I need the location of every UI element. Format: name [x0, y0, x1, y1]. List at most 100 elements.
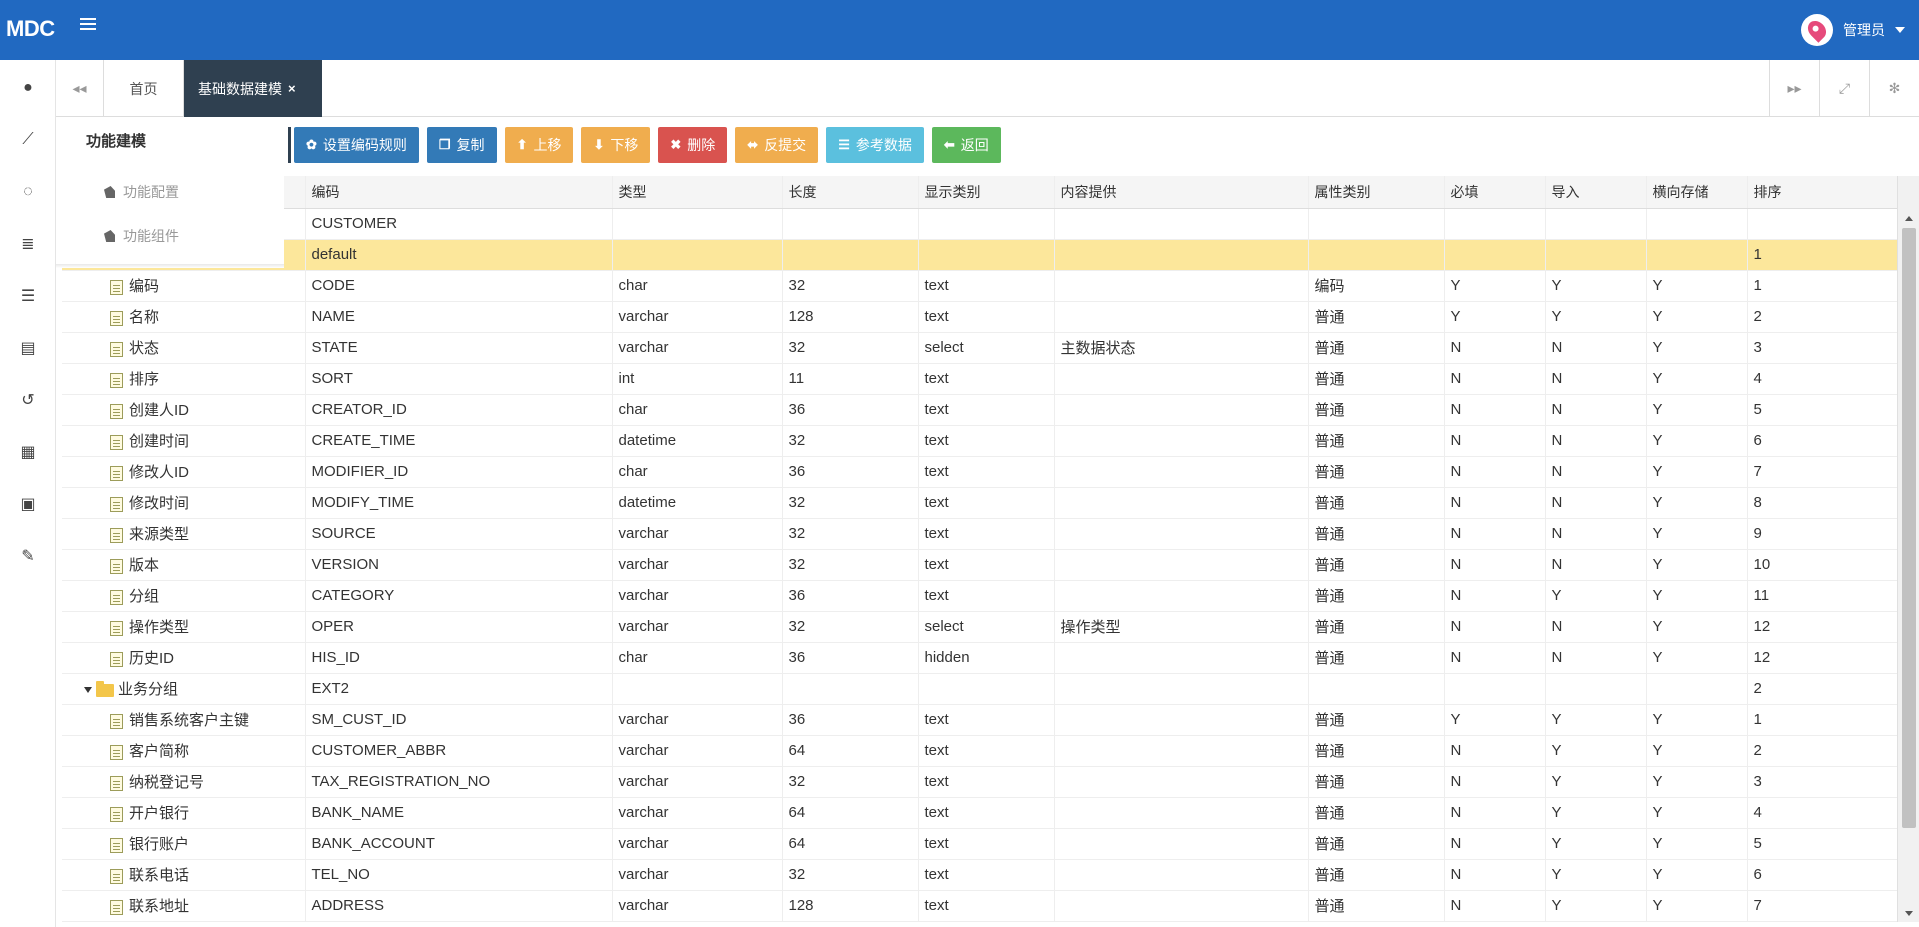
cell-disp[interactable]: text — [918, 456, 1055, 488]
column-header[interactable]: 导入 — [1545, 176, 1647, 209]
cell-code[interactable]: TEL_NO — [305, 859, 613, 891]
cell-content[interactable] — [1054, 425, 1309, 457]
tree-name-cell[interactable]: 客户简称 — [62, 735, 306, 767]
cell-sort[interactable]: 1 — [1747, 270, 1897, 302]
cell-horiz[interactable]: Y — [1646, 363, 1748, 395]
database-icon[interactable]: ≣ — [18, 234, 38, 254]
cell-sort[interactable]: 6 — [1747, 859, 1897, 891]
cell-attr[interactable]: 普通 — [1308, 580, 1445, 612]
close-icon[interactable]: × — [288, 81, 296, 96]
cell-horiz[interactable]: Y — [1646, 642, 1748, 674]
cell-type[interactable]: datetime — [612, 425, 783, 457]
tree-name-cell[interactable]: 名称 — [62, 301, 306, 333]
cell-len[interactable]: 36 — [782, 642, 919, 674]
toolbar-button-1[interactable]: ❐ 复制 — [426, 127, 497, 163]
avatar[interactable] — [1801, 14, 1833, 46]
cell-req[interactable]: N — [1444, 890, 1546, 922]
cell-imp[interactable]: N — [1545, 518, 1647, 550]
cell-len[interactable]: 36 — [782, 704, 919, 736]
cell-req[interactable]: N — [1444, 859, 1546, 891]
table-row[interactable]: 状态 STATE varchar 32 select 主数据状态 普通 N N Y 3 — [62, 332, 1897, 364]
cell-sort[interactable]: 3 — [1747, 766, 1897, 798]
cell-len[interactable]: 64 — [782, 828, 919, 860]
table-row[interactable]: 开户银行 BANK_NAME varchar 64 text 普通 N Y Y 4 — [62, 797, 1897, 829]
cell-imp[interactable]: N — [1545, 394, 1647, 426]
cell-req[interactable]: N — [1444, 332, 1546, 364]
cell-disp[interactable]: text — [918, 580, 1055, 612]
cell-imp[interactable]: N — [1545, 611, 1647, 643]
cell-disp[interactable]: text — [918, 487, 1055, 519]
cell-disp[interactable]: text — [918, 859, 1055, 891]
tree-name-cell[interactable]: 业务分组 — [62, 673, 306, 705]
cell-horiz[interactable]: Y — [1646, 270, 1748, 302]
cell-disp[interactable]: text — [918, 704, 1055, 736]
table-row[interactable]: 分组 CATEGORY varchar 36 text 普通 N Y Y 11 — [62, 580, 1897, 612]
table-row[interactable]: 修改时间 MODIFY_TIME datetime 32 text 普通 N N Y 8 — [62, 487, 1897, 519]
cell-horiz[interactable]: Y — [1646, 332, 1748, 364]
cell-code[interactable]: MODIFIER_ID — [305, 456, 613, 488]
cell-disp[interactable]: text — [918, 735, 1055, 767]
cell-req[interactable] — [1444, 673, 1546, 705]
line-chart-icon[interactable]: ⟋ — [18, 130, 38, 150]
table-row[interactable]: default 1 — [62, 239, 1897, 271]
cell-imp[interactable]: N — [1545, 549, 1647, 581]
cell-content[interactable]: 操作类型 — [1054, 611, 1309, 643]
tab-home[interactable]: 首页 — [104, 60, 184, 117]
cell-code[interactable]: default — [305, 239, 613, 271]
cell-len[interactable] — [782, 208, 919, 240]
cell-req[interactable]: N — [1444, 642, 1546, 674]
cell-code[interactable]: BANK_ACCOUNT — [305, 828, 613, 860]
cell-type[interactable]: varchar — [612, 890, 783, 922]
dashboard-icon[interactable]: ● — [18, 78, 38, 98]
cell-imp[interactable]: N — [1545, 332, 1647, 364]
cell-len[interactable]: 11 — [782, 363, 919, 395]
column-header[interactable]: 排序 — [1747, 176, 1897, 209]
cell-imp[interactable] — [1545, 239, 1647, 271]
cell-sort[interactable]: 10 — [1747, 549, 1897, 581]
cell-code[interactable]: OPER — [305, 611, 613, 643]
cell-len[interactable]: 128 — [782, 890, 919, 922]
cell-type[interactable]: varchar — [612, 549, 783, 581]
cell-attr[interactable] — [1308, 208, 1445, 240]
cell-len[interactable]: 36 — [782, 580, 919, 612]
toolbar-button-5[interactable]: ⬌ 反提交 — [735, 127, 819, 163]
cell-type[interactable]: char — [612, 270, 783, 302]
cell-req[interactable]: Y — [1444, 704, 1546, 736]
cell-len[interactable]: 32 — [782, 611, 919, 643]
toolbar-button-4[interactable]: ✖ 删除 — [658, 127, 728, 163]
cell-code[interactable]: CUSTOMER — [305, 208, 613, 240]
cell-content[interactable] — [1054, 270, 1309, 302]
cell-req[interactable]: N — [1444, 828, 1546, 860]
cell-sort[interactable]: 12 — [1747, 642, 1897, 674]
wrench-icon[interactable]: ✎ — [18, 546, 38, 566]
cell-attr[interactable]: 普通 — [1308, 890, 1445, 922]
table-row[interactable]: 编码 CODE char 32 text 编码 Y Y Y 1 — [62, 270, 1897, 302]
cell-req[interactable]: N — [1444, 394, 1546, 426]
cell-req[interactable]: N — [1444, 363, 1546, 395]
table-row[interactable]: 联系地址 ADDRESS varchar 128 text 普通 N Y Y 7 — [62, 890, 1897, 922]
cell-horiz[interactable]: Y — [1646, 797, 1748, 829]
cell-len[interactable]: 36 — [782, 456, 919, 488]
cell-req[interactable]: N — [1444, 425, 1546, 457]
cell-imp[interactable]: Y — [1545, 766, 1647, 798]
cell-attr[interactable]: 普通 — [1308, 704, 1445, 736]
cell-horiz[interactable]: Y — [1646, 580, 1748, 612]
cell-attr[interactable]: 普通 — [1308, 394, 1445, 426]
cell-imp[interactable]: N — [1545, 425, 1647, 457]
cell-req[interactable]: N — [1444, 487, 1546, 519]
cell-content[interactable] — [1054, 394, 1309, 426]
cell-content[interactable] — [1054, 580, 1309, 612]
history-icon[interactable]: ↺ — [18, 390, 38, 410]
cell-disp[interactable]: text — [918, 890, 1055, 922]
cell-disp[interactable] — [918, 208, 1055, 240]
cell-content[interactable] — [1054, 208, 1309, 240]
cell-imp[interactable]: N — [1545, 642, 1647, 674]
cell-code[interactable]: HIS_ID — [305, 642, 613, 674]
cell-content[interactable] — [1054, 363, 1309, 395]
table-row[interactable]: 创建时间 CREATE_TIME datetime 32 text 普通 N N Y 6 — [62, 425, 1897, 457]
cell-attr[interactable]: 编码 — [1308, 270, 1445, 302]
cell-attr[interactable]: 普通 — [1308, 332, 1445, 364]
cell-type[interactable] — [612, 239, 783, 271]
toolbar-button-0[interactable]: ✿ 设置编码规则 — [294, 127, 419, 163]
tree-name-cell[interactable]: 联系电话 — [62, 859, 306, 891]
